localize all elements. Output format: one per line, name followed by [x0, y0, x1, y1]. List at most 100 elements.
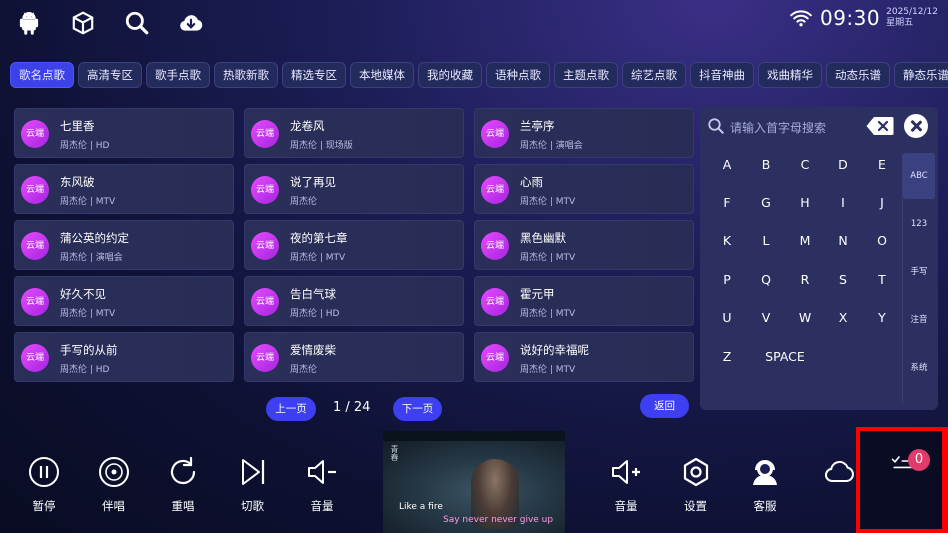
tab-0[interactable]: 歌名点歌 — [10, 62, 74, 88]
cloud-badge: 云端 — [481, 232, 509, 260]
song-tag: MTV — [555, 253, 576, 263]
song-title: 手写的从前 — [60, 343, 118, 357]
song-card[interactable]: 云端 兰亭序 周杰伦 | 演唱会 — [474, 108, 694, 158]
tab-11[interactable]: 戏曲精华 — [758, 62, 822, 88]
key-g[interactable]: G — [751, 191, 781, 215]
cube-icon[interactable] — [70, 10, 96, 36]
volume-down-button[interactable]: 音量 — [295, 456, 349, 516]
tab-9[interactable]: 综艺点歌 — [622, 62, 686, 88]
song-card[interactable]: 云端 七里香 周杰伦 | HD — [14, 108, 234, 158]
settings-button[interactable]: 设置 — [669, 456, 723, 516]
key-x[interactable]: X — [828, 306, 858, 330]
tab-2[interactable]: 歌手点歌 — [146, 62, 210, 88]
song-card[interactable]: 云端 黑色幽默 周杰伦 | MTV — [474, 220, 694, 270]
volume-up-button[interactable]: 音量 — [599, 456, 653, 516]
song-meta: 周杰伦 | MTV — [290, 250, 345, 263]
song-card[interactable]: 云端 东风破 周杰伦 | MTV — [14, 164, 234, 214]
tab-3[interactable]: 热歌新歌 — [214, 62, 278, 88]
key-j[interactable]: J — [867, 191, 897, 215]
mode-4[interactable]: 系统 — [903, 345, 935, 391]
key-n[interactable]: N — [828, 229, 858, 253]
tab-10[interactable]: 抖音神曲 — [690, 62, 754, 88]
key-b[interactable]: B — [751, 153, 781, 177]
tab-1[interactable]: 高清专区 — [78, 62, 142, 88]
song-card[interactable]: 云端 霍元甲 周杰伦 | MTV — [474, 276, 694, 326]
key-p[interactable]: P — [712, 268, 742, 292]
tab-6[interactable]: 我的收藏 — [418, 62, 482, 88]
song-card[interactable]: 云端 蒲公英的约定 周杰伦 | 演唱会 — [14, 220, 234, 270]
date: 2025/12/12 — [886, 7, 938, 17]
key-c[interactable]: C — [790, 153, 820, 177]
song-tag: MTV — [95, 309, 116, 319]
key-k[interactable]: K — [712, 229, 742, 253]
pause-button[interactable]: 暂停 — [17, 456, 71, 516]
video-preview[interactable]: 青春 Like a fire Say never never give up — [383, 431, 565, 533]
song-tag: MTV — [325, 253, 346, 263]
tab-4[interactable]: 精选专区 — [282, 62, 346, 88]
song-card[interactable]: 云端 说了再见 周杰伦 — [244, 164, 464, 214]
backspace-icon[interactable] — [866, 116, 894, 136]
prev-page-button[interactable]: 上一页 — [266, 397, 316, 421]
key-s[interactable]: S — [828, 268, 858, 292]
song-artist: 周杰伦 — [290, 141, 318, 151]
song-meta: 周杰伦 | MTV — [520, 194, 575, 207]
song-artist: 周杰伦 — [60, 365, 88, 375]
song-card[interactable]: 云端 爱情废柴 周杰伦 — [244, 332, 464, 382]
close-icon[interactable] — [904, 114, 928, 138]
song-card[interactable]: 云端 告白气球 周杰伦 | HD — [244, 276, 464, 326]
song-card[interactable]: 云端 说好的幸福呢 周杰伦 | MTV — [474, 332, 694, 382]
cloud-badge: 云端 — [251, 176, 279, 204]
tab-8[interactable]: 主题点歌 — [554, 62, 618, 88]
key-q[interactable]: Q — [751, 268, 781, 292]
search-input[interactable]: 请输入首字母搜索 — [730, 119, 826, 136]
back-button[interactable]: 返回 — [640, 394, 689, 418]
key-r[interactable]: R — [790, 268, 820, 292]
key-o[interactable]: O — [867, 229, 897, 253]
key-f[interactable]: F — [712, 191, 742, 215]
search-icon[interactable] — [124, 10, 150, 36]
song-card[interactable]: 云端 手写的从前 周杰伦 | HD — [14, 332, 234, 382]
key-m[interactable]: M — [790, 229, 820, 253]
cloud-badge: 云端 — [251, 120, 279, 148]
cloud-badge: 云端 — [481, 120, 509, 148]
mode-3[interactable]: 注音 — [903, 297, 935, 343]
next-page-button[interactable]: 下一页 — [393, 397, 442, 421]
key-z[interactable]: Z — [712, 345, 742, 369]
key-w[interactable]: W — [790, 306, 820, 330]
tab-7[interactable]: 语种点歌 — [486, 62, 550, 88]
playlist-button[interactable] — [860, 431, 942, 529]
song-card[interactable]: 云端 龙卷风 周杰伦 | 现场版 — [244, 108, 464, 158]
song-card[interactable]: 云端 心雨 周杰伦 | MTV — [474, 164, 694, 214]
song-meta: 周杰伦 | HD — [290, 306, 339, 319]
key-d[interactable]: D — [828, 153, 858, 177]
mode-0[interactable]: ABC — [903, 153, 935, 199]
key-e[interactable]: E — [867, 153, 897, 177]
key-h[interactable]: H — [790, 191, 820, 215]
song-card[interactable]: 云端 好久不见 周杰伦 | MTV — [14, 276, 234, 326]
key-u[interactable]: U — [712, 306, 742, 330]
disc-button[interactable]: 伴唱 — [87, 456, 141, 516]
mode-1[interactable]: 123 — [903, 201, 935, 247]
song-title: 东风破 — [60, 175, 95, 189]
tab-5[interactable]: 本地媒体 — [350, 62, 414, 88]
replay-button[interactable]: 重唱 — [156, 456, 210, 516]
tab-12[interactable]: 动态乐谱 — [826, 62, 890, 88]
song-card[interactable]: 云端 夜的第七章 周杰伦 | MTV — [244, 220, 464, 270]
key-i[interactable]: I — [828, 191, 858, 215]
android-icon[interactable] — [16, 10, 42, 36]
key-space[interactable]: SPACE — [755, 345, 815, 369]
mode-2[interactable]: 手写 — [903, 249, 935, 295]
song-artist: 周杰伦 — [290, 365, 318, 375]
key-y[interactable]: Y — [867, 306, 897, 330]
support-button[interactable]: 客服 — [738, 456, 792, 516]
tab-13[interactable]: 静态乐谱 — [894, 62, 948, 88]
key-t[interactable]: T — [867, 268, 897, 292]
cloud-download-icon[interactable] — [178, 10, 204, 36]
key-v[interactable]: V — [751, 306, 781, 330]
key-a[interactable]: A — [712, 153, 742, 177]
key-l[interactable]: L — [751, 229, 781, 253]
song-artist: 周杰伦 — [290, 309, 318, 319]
song-tag: 演唱会 — [555, 141, 583, 151]
skip-button[interactable]: 切歌 — [226, 456, 280, 516]
song-artist: 周杰伦 — [520, 365, 548, 375]
